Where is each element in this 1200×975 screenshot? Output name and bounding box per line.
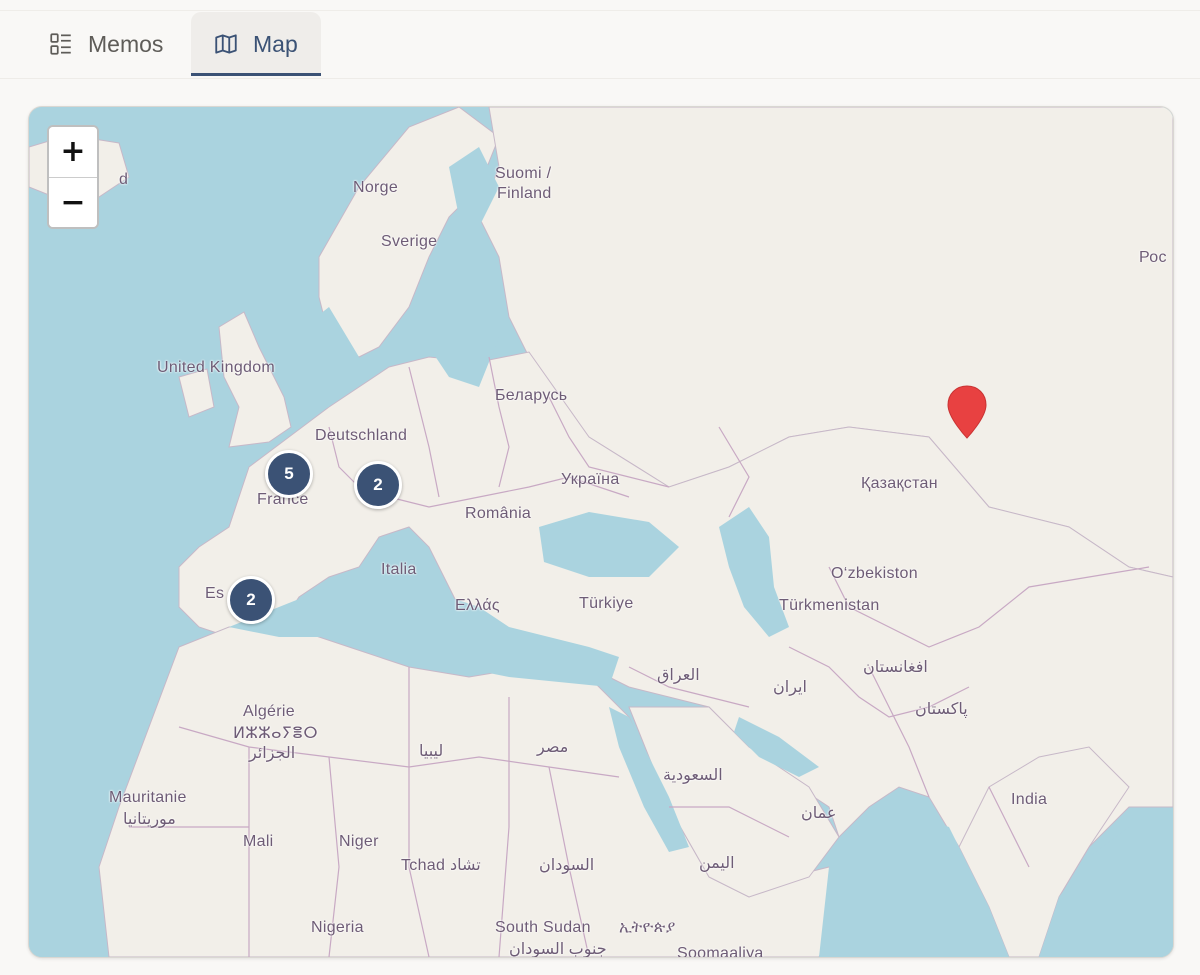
map-label-turkmenistan: Türkmenistan (779, 597, 880, 614)
map-label-finland-2: Finland (497, 185, 552, 202)
map-label-island: d (119, 171, 129, 188)
map-label-iraq: العراق (657, 667, 700, 684)
map-label-norge: Norge (353, 179, 399, 196)
map-label-sudan: السودان (539, 857, 595, 874)
basemap[interactable] (29, 107, 1173, 957)
map-label-uk: United Kingdom (157, 359, 276, 376)
map-label-uzbekistan: O‘zbekiston (831, 565, 918, 582)
header-divider (0, 10, 1200, 11)
zoom-in-button[interactable]: + (49, 127, 97, 177)
map-label-libya: ليبيا (419, 743, 444, 760)
map-label-algeria-1: Algérie (243, 703, 295, 720)
map-label-sverige: Sverige (381, 233, 438, 250)
map-pin-icon[interactable] (946, 385, 988, 439)
map-label-italia: Italia (381, 561, 417, 578)
map-label-somalia: Soomaaliya (677, 945, 764, 958)
map-label-yemen: اليمن (699, 855, 735, 872)
marker-cluster-france[interactable]: 5 (265, 450, 313, 498)
map-view[interactable]: d Norge Suomi / Finland Sverige Рос Unit… (28, 106, 1174, 958)
map-label-algeria-2: ⵍⵣⵣⴰⵢⴻⵔ (233, 725, 318, 742)
map-label-algeria-3: الجزائر (249, 745, 296, 762)
map-label-ukraine: Україна (561, 471, 620, 488)
map-icon (215, 34, 237, 54)
marker-cluster-spain[interactable]: 2 (227, 576, 275, 624)
map-label-iran: ایران (773, 679, 807, 696)
map-label-espana: Es (205, 585, 225, 602)
map-label-kazakhstan: Қазақстан (861, 475, 938, 492)
top-tab-bar: Memos Map (0, 0, 1200, 79)
marker-cluster-switzerland[interactable]: 2 (354, 461, 402, 509)
map-label-ellas: Ελλάς (455, 597, 500, 614)
map-label-mauritania-1: Mauritanie (109, 789, 187, 806)
list-icon (50, 33, 71, 55)
tab-map-label: Map (253, 30, 298, 57)
map-label-india: India (1011, 791, 1048, 808)
map-label-finland-1: Suomi / (495, 165, 552, 182)
map-label-egypt: مصر (537, 739, 569, 756)
map-label-deutschland: Deutschland (315, 427, 408, 444)
map-label-niger: Niger (339, 833, 379, 850)
map-label-afghanistan: افغانستان (863, 659, 928, 676)
active-tab-indicator (191, 73, 321, 76)
map-label-nigeria: Nigeria (311, 919, 364, 936)
map-label-pakistan: پاکستان (915, 701, 968, 718)
zoom-control: + − (47, 125, 99, 229)
map-label-ethiopia: ኢትዮጵያ (619, 919, 676, 936)
tab-memos-label: Memos (88, 30, 164, 57)
map-label-mauritania-2: موريتانيا (123, 811, 176, 828)
map-label-south-sudan-2: جنوب السودان (509, 941, 607, 958)
map-label-turkiye: Türkiye (579, 595, 634, 612)
map-label-south-sudan-1: South Sudan (495, 919, 591, 936)
tab-memos[interactable]: Memos (26, 12, 190, 76)
map-label-belarus: Беларусь (495, 387, 568, 404)
map-label-romania: România (465, 505, 532, 522)
tab-map[interactable]: Map (191, 12, 321, 76)
map-label-mali: Mali (243, 833, 274, 850)
map-label-oman: عمان (801, 805, 837, 822)
map-label-chad: Tchad تشاد (401, 857, 481, 874)
map-label-saudi: السعودية (663, 767, 723, 784)
map-label-russia: Рос (1139, 249, 1167, 266)
zoom-out-button[interactable]: − (49, 177, 97, 227)
